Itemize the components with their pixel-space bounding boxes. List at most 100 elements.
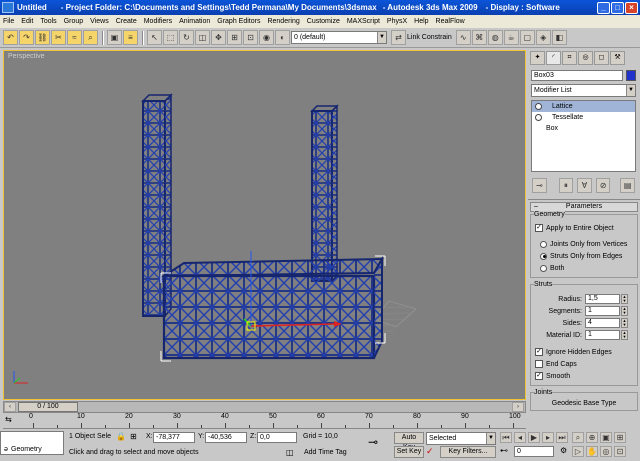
hierarchy-tab-icon[interactable]: ⌗ (562, 51, 577, 65)
pin-stack-icon[interactable]: ⊸ (532, 178, 547, 193)
struts-only-radio[interactable]: Struts Only from Edges (535, 250, 633, 262)
orbit-icon[interactable]: ◎ (600, 446, 612, 457)
close-icon[interactable]: × (625, 1, 638, 14)
material-id-input[interactable]: 1 (585, 330, 620, 340)
segments-input[interactable]: 1 (585, 306, 620, 316)
time-tag-icon[interactable]: ◫ (286, 448, 294, 457)
object-color-swatch[interactable] (626, 70, 636, 81)
x-coordinate-field[interactable]: -78,377 (153, 432, 195, 443)
stack-item-box[interactable]: Box (532, 123, 635, 134)
set-key-button[interactable]: Set Key (394, 446, 424, 458)
joints-only-radio[interactable]: Joints Only from Vertices (535, 238, 633, 250)
z-coordinate-field[interactable]: 0,0 (257, 432, 297, 443)
key-icon[interactable]: ⊸ (368, 435, 378, 449)
maxscript-listener[interactable]: ə Geometry (0, 431, 64, 455)
current-frame-field[interactable]: 0 (514, 446, 554, 457)
spinner-arrows-icon[interactable]: ▲ ▼ (621, 306, 628, 316)
pan-icon[interactable]: ✋ (586, 446, 598, 457)
modify-tab-icon[interactable]: ◜ (546, 51, 561, 65)
menu-animation[interactable]: Animation (179, 18, 210, 25)
select-region-icon[interactable]: ⬚ (163, 30, 178, 45)
menu-physx[interactable]: PhysX (387, 18, 407, 25)
quick-render-icon[interactable]: ◈ (535, 30, 551, 45)
maximize-icon[interactable]: □ (611, 1, 624, 14)
menu-customize[interactable]: Customize (307, 18, 340, 25)
modifier-list-dropdown[interactable]: Modifier List ▼ (531, 84, 636, 97)
play-icon[interactable]: ▶ (528, 432, 540, 443)
move-icon[interactable]: ✥ (211, 30, 226, 45)
stack-item-lattice[interactable]: Lattice (532, 101, 635, 112)
time-configuration-icon[interactable]: ⚙ (560, 446, 567, 455)
menu-group[interactable]: Group (64, 18, 83, 25)
select-arrow-icon[interactable]: ↖ (147, 30, 162, 45)
field-of-view-icon[interactable]: ▷ (572, 446, 584, 457)
render-frame-icon[interactable]: ▢ (519, 30, 535, 45)
both-radio[interactable]: Both (535, 262, 633, 274)
redo-icon[interactable]: ↷ (19, 30, 34, 45)
reference-coordinate-icon[interactable]: ⊞ (227, 30, 242, 45)
spinner-arrows-icon[interactable]: ▲ ▼ (621, 318, 628, 328)
spinner-arrows-icon[interactable]: ▲ ▼ (621, 330, 628, 340)
undo-icon[interactable]: ↶ (3, 30, 18, 45)
track-bar-toggle-icon[interactable]: ⇆ (5, 415, 19, 427)
track-bar[interactable]: ⇆ 0 10 20 30 40 50 60 70 80 90 100 (3, 413, 526, 429)
show-end-result-icon[interactable]: ⏸ (558, 178, 574, 193)
auto-key-button[interactable]: Auto Key (394, 432, 424, 451)
key-filters-button[interactable]: Key Filters... (440, 446, 496, 458)
link-icon[interactable]: ⛓ (35, 30, 50, 45)
add-time-tag[interactable]: Add Time Tag (304, 449, 347, 456)
spinner-arrows-icon[interactable]: ▲ ▼ (621, 294, 628, 304)
end-caps-checkbox[interactable]: End Caps (535, 358, 633, 370)
bind-space-warp-icon[interactable]: ≈ (67, 30, 82, 45)
go-to-end-icon[interactable]: ⏭ (556, 432, 568, 443)
time-slider-thumb[interactable]: 0 / 100 (18, 402, 78, 412)
ignore-hidden-checkbox[interactable]: ✓ Ignore Hidden Edges (535, 346, 633, 358)
configure-modifier-sets-icon[interactable]: ▤ (620, 178, 635, 193)
rotate-icon[interactable]: ↻ (179, 30, 194, 45)
smooth-checkbox[interactable]: ✓ Smooth (535, 370, 633, 382)
menu-tools[interactable]: Tools (40, 18, 56, 25)
select-by-name-icon[interactable]: ≡ (123, 30, 138, 45)
object-name-field[interactable]: Box03 (531, 70, 623, 81)
sides-input[interactable]: 4 (585, 318, 620, 328)
menu-help[interactable]: Help (414, 18, 428, 25)
parameters-scroll[interactable]: – Parameters Geometry ✓ Apply to Entire O… (528, 200, 640, 445)
curve-editor-icon[interactable]: ∿ (455, 30, 471, 45)
key-mode-toggle-icon[interactable]: ⊷ (500, 446, 508, 455)
link-constraint-icon[interactable]: ⇄ (391, 30, 406, 45)
y-coordinate-field[interactable]: -40,536 (205, 432, 247, 443)
motion-tab-icon[interactable]: ◎ (578, 51, 593, 65)
lock-selection-icon[interactable]: 🔒 (116, 432, 126, 441)
material-editor-icon[interactable]: ◍ (487, 30, 503, 45)
selection-filter-icon[interactable]: ⌕ (83, 30, 98, 45)
unlink-icon[interactable]: ✂ (51, 30, 66, 45)
link-constraint-label[interactable]: Link Constrain (407, 34, 452, 41)
menu-maxscript[interactable]: MAXScript (347, 18, 380, 25)
pivot-icon[interactable]: ⊡ (243, 30, 258, 45)
layer-visibility-icon[interactable]: ◉ (259, 30, 274, 45)
apply-entire-checkbox[interactable]: ✓ Apply to Entire Object (535, 222, 633, 234)
zoom-extents-icon[interactable]: ▣ (600, 432, 612, 443)
zoom-all-icon[interactable]: ⊕ (586, 432, 598, 443)
stack-item-tessellate[interactable]: Tessellate (532, 112, 635, 123)
create-tab-icon[interactable]: ✦ (530, 51, 545, 65)
menu-rendering[interactable]: Rendering (267, 18, 299, 25)
layer-dropdown[interactable]: 0 (default) ▼ (291, 31, 387, 44)
menu-edit[interactable]: Edit (21, 18, 33, 25)
key-mode-dropdown[interactable]: Selected ▼ (426, 432, 496, 445)
radius-input[interactable]: 1,5 (585, 294, 620, 304)
absolute-mode-icon[interactable]: ⊞ (130, 432, 137, 441)
menu-create[interactable]: Create (116, 18, 137, 25)
make-unique-icon[interactable]: ∀ (577, 178, 592, 193)
time-slider[interactable]: ‹ 0 / 100 › (3, 401, 526, 413)
zoom-icon[interactable]: ⌕ (572, 432, 584, 443)
menu-modifiers[interactable]: Modifiers (144, 18, 172, 25)
layer-freeze-icon[interactable]: ◐ (275, 30, 290, 45)
previous-frame-icon[interactable]: ◂ (514, 432, 526, 443)
display-tab-icon[interactable]: ◻ (594, 51, 609, 65)
render-production-icon[interactable]: ◧ (551, 30, 567, 45)
minimize-icon[interactable]: _ (597, 1, 610, 14)
light-bulb-icon[interactable] (535, 114, 542, 121)
utilities-tab-icon[interactable]: ⚒ (610, 51, 625, 65)
maximize-viewport-icon[interactable]: ⊡ (614, 446, 626, 457)
